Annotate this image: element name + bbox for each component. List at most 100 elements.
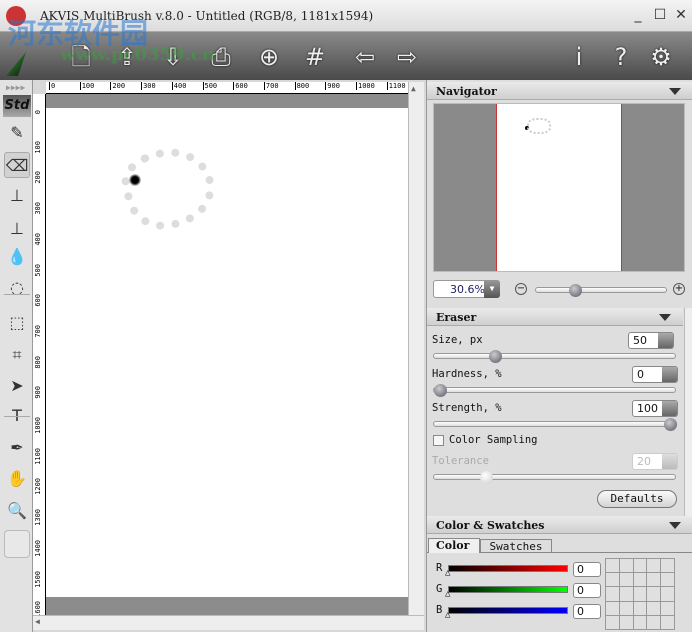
slider-pointer-icon[interactable]: △ <box>445 568 450 578</box>
swatch-cell[interactable] <box>633 587 647 601</box>
collapse-triangle-icon[interactable] <box>659 314 671 321</box>
swatch-cell[interactable] <box>633 615 647 629</box>
strength-input[interactable]: 100 <box>632 400 678 417</box>
maximize-button[interactable]: ☐ <box>652 7 668 23</box>
brush-icon[interactable]: ✎ <box>4 120 30 146</box>
green-input[interactable]: 0 <box>573 583 601 598</box>
swatch-cell[interactable] <box>619 587 633 601</box>
download-globe-icon[interactable]: ⊕ <box>252 40 286 74</box>
clone-stamp-icon[interactable]: ⊥ <box>4 183 30 209</box>
swatch-cell[interactable] <box>606 587 619 601</box>
info-icon[interactable]: i <box>562 40 596 74</box>
swatch-cell[interactable] <box>619 615 633 629</box>
swatch-grid[interactable] <box>605 558 675 630</box>
swatch-cell[interactable] <box>661 573 674 587</box>
crop-icon[interactable]: ⌗ <box>4 342 30 368</box>
swatch-cell[interactable] <box>647 587 661 601</box>
zoom-slider[interactable] <box>535 284 667 297</box>
swatch-cell[interactable] <box>647 601 661 615</box>
blue-input[interactable]: 0 <box>573 604 601 619</box>
color-sampling-checkbox[interactable] <box>433 435 444 446</box>
zoom-dropdown-icon[interactable]: ▼ <box>484 280 500 298</box>
eraser-icon[interactable]: ⌫ <box>4 152 30 178</box>
healing-stamp-icon[interactable]: ⊥ <box>4 216 30 242</box>
horizontal-scrollbar[interactable]: ◀ <box>33 615 424 630</box>
minimize-button[interactable]: _ <box>630 7 646 23</box>
undo-arrow-icon[interactable]: ⇦ <box>348 40 382 74</box>
swatch-cell[interactable] <box>647 615 661 629</box>
navigator-header[interactable]: Navigator <box>427 82 692 100</box>
tab-color[interactable]: Color <box>428 538 480 553</box>
blur-drop-icon[interactable]: 💧 <box>4 244 30 270</box>
size-input[interactable]: 50 <box>628 332 674 349</box>
collapse-triangle-icon[interactable] <box>669 88 681 95</box>
strength-slider[interactable] <box>433 418 677 431</box>
swatch-cell[interactable] <box>661 559 674 573</box>
blue-slider[interactable] <box>448 607 568 614</box>
scroll-left-icon[interactable]: ◀ <box>35 617 40 626</box>
selection-icon[interactable]: ⬚ <box>4 310 30 336</box>
redo-arrow-icon[interactable]: ⇨ <box>390 40 424 74</box>
size-slider-knob[interactable] <box>489 350 503 363</box>
swatch-cell[interactable] <box>633 601 647 615</box>
swatch-cell[interactable] <box>619 559 633 573</box>
ruler-tick-label: 600 <box>34 294 42 307</box>
settings-gear-icon[interactable]: ⚙ <box>644 40 678 74</box>
vertical-scrollbar[interactable]: ▲ <box>408 82 424 615</box>
ruler-grid-icon[interactable]: # <box>298 40 332 74</box>
help-icon[interactable]: ? <box>604 40 638 74</box>
move-icon[interactable]: ➤ <box>4 373 30 399</box>
swatch-cell[interactable] <box>661 587 674 601</box>
hardness-slider-knob[interactable] <box>434 384 447 397</box>
close-button[interactable]: ✕ <box>673 7 689 23</box>
swatch-cell[interactable] <box>606 601 619 615</box>
swatch-cell[interactable] <box>606 559 619 573</box>
spinner-arrows-icon[interactable] <box>658 333 673 348</box>
chameleon-brush-icon[interactable]: ◌ <box>4 275 30 301</box>
swatch-cell[interactable] <box>619 573 633 587</box>
swatch-cell[interactable] <box>633 573 647 587</box>
color-swatches-header[interactable]: Color & Swatches <box>427 516 692 534</box>
size-slider[interactable] <box>433 350 676 363</box>
spinner-arrows-icon[interactable] <box>662 401 677 416</box>
canvas-area[interactable] <box>46 94 408 615</box>
red-slider[interactable] <box>448 565 568 572</box>
tolerance-value: 20 <box>637 455 651 468</box>
red-input[interactable]: 0 <box>573 562 601 577</box>
swatch-cell[interactable] <box>619 601 633 615</box>
swatch-cell[interactable] <box>606 615 619 629</box>
zoom-slider-knob[interactable] <box>569 284 582 297</box>
swatch-cell[interactable] <box>647 559 661 573</box>
spinner-arrows-icon[interactable] <box>662 367 677 382</box>
slider-pointer-icon[interactable]: △ <box>445 589 450 599</box>
slider-pointer-icon[interactable]: △ <box>445 610 450 620</box>
defaults-button[interactable]: Defaults <box>597 490 677 508</box>
green-slider[interactable] <box>448 586 568 593</box>
strength-value: 100 <box>637 402 658 415</box>
strength-slider-knob[interactable] <box>664 418 677 431</box>
eraser-scrollbar[interactable] <box>684 308 692 516</box>
zoom-icon[interactable]: 🔍 <box>4 498 30 524</box>
hardness-input[interactable]: 0 <box>632 366 678 383</box>
hardness-slider[interactable] <box>433 384 676 397</box>
std-mode-button[interactable]: Std <box>3 95 31 117</box>
navigator-view-frame[interactable] <box>496 104 622 271</box>
swatch-cell[interactable] <box>606 573 619 587</box>
eyedropper-icon[interactable]: ✒ <box>4 435 30 461</box>
eraser-header[interactable]: Eraser <box>427 308 683 326</box>
color-box[interactable] <box>4 530 30 558</box>
document-canvas[interactable] <box>46 108 408 597</box>
swatch-cell[interactable] <box>647 573 661 587</box>
scroll-up-icon[interactable]: ▲ <box>411 84 422 96</box>
navigator-preview[interactable] <box>433 103 685 272</box>
ruler-tick-label: 800 <box>34 355 42 369</box>
hand-icon[interactable]: ✋ <box>4 466 30 492</box>
expand-arrows-icon[interactable]: ▶▶▶▶ <box>6 83 25 92</box>
zoom-in-icon[interactable]: + <box>673 283 685 295</box>
collapse-triangle-icon[interactable] <box>669 522 681 529</box>
tab-swatches[interactable]: Swatches <box>480 539 552 553</box>
swatch-cell[interactable] <box>661 615 674 629</box>
swatch-cell[interactable] <box>661 601 674 615</box>
zoom-out-icon[interactable]: − <box>515 283 527 295</box>
swatch-cell[interactable] <box>633 559 647 573</box>
